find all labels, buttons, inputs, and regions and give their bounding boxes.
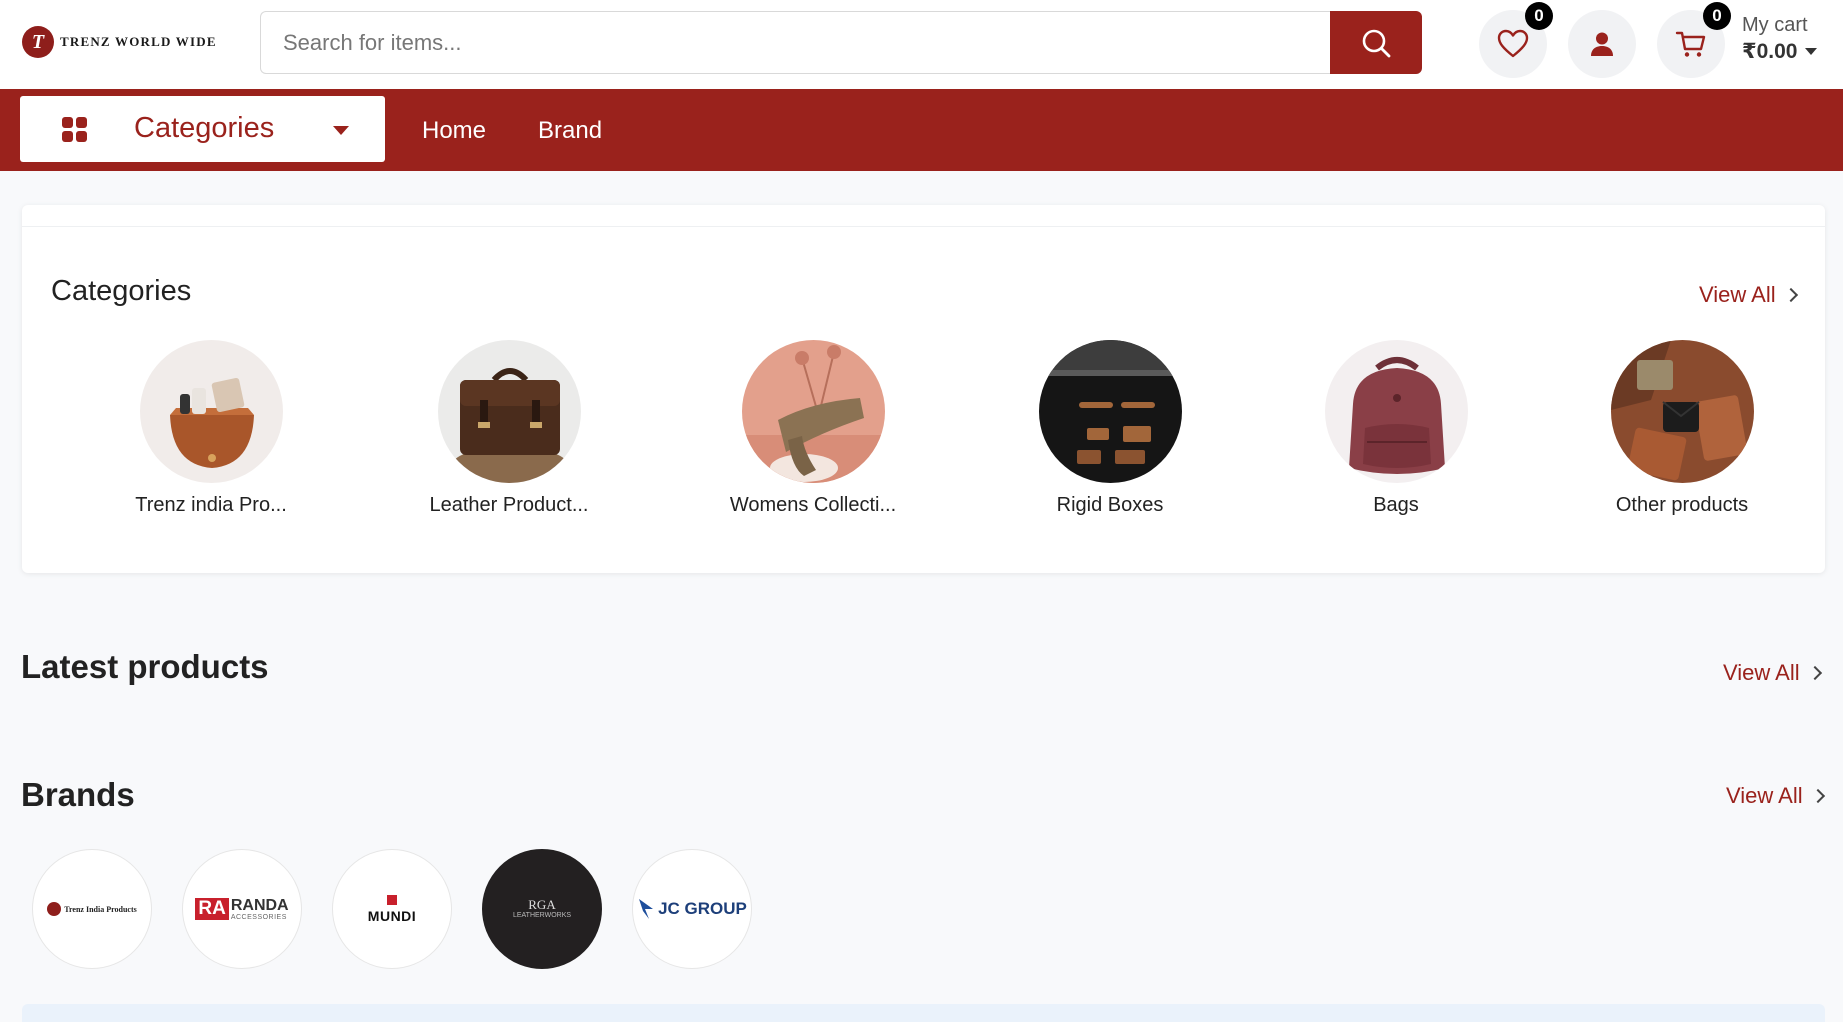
brands-view-all-link[interactable]: View All <box>1726 783 1825 809</box>
search-bar <box>260 11 1422 74</box>
categories-dropdown-label: Categories <box>134 112 275 144</box>
cart-total-value: ₹0.00 <box>1742 40 1798 63</box>
category-image <box>1324 340 1468 483</box>
brand-logo-mundi[interactable]: MUNDI <box>332 849 452 969</box>
category-name: Bags <box>1373 494 1419 516</box>
mundi-mark-icon <box>386 894 397 905</box>
view-all-label: View All <box>1726 783 1803 808</box>
categories-title: Categories <box>51 275 192 307</box>
latest-products-view-all-link[interactable]: View All <box>1723 660 1822 686</box>
category-item[interactable]: Womens Collecti... <box>698 340 928 517</box>
brand-logo-trenz[interactable]: Trenz India Products <box>32 849 152 969</box>
nav-link-brand[interactable]: Brand <box>538 117 602 145</box>
cart-total: ₹0.00 <box>1742 39 1818 64</box>
categories-dropdown-button[interactable]: Categories <box>20 96 385 162</box>
category-name: Other products <box>1615 494 1749 516</box>
cart-icon <box>1675 31 1706 57</box>
chevron-down-icon <box>1805 48 1818 55</box>
randa-mark-icon: RA <box>195 898 229 920</box>
wishlist-button[interactable]: 0 <box>1479 2 1553 78</box>
search-button[interactable] <box>1330 11 1422 74</box>
chevron-right-icon <box>1807 665 1822 681</box>
categories-view-all-link[interactable]: View All <box>1699 282 1798 308</box>
site-header: T TRENZ WORLD WIDE 0 0 My cart <box>0 0 1843 89</box>
brand-name: RGA <box>528 897 556 912</box>
search-icon <box>1362 29 1391 57</box>
chevron-down-icon <box>333 126 349 135</box>
grid-icon <box>62 117 88 143</box>
cart-label: My cart <box>1742 14 1808 36</box>
category-name: Leather Product... <box>429 494 589 516</box>
cart-count-badge: 0 <box>1703 2 1731 30</box>
cart-button[interactable]: 0 <box>1657 2 1731 78</box>
brand-logo: JC GROUP <box>637 897 747 921</box>
brand-logo: RGA LEATHERWORKS <box>512 897 572 920</box>
brand-logo: Trenz India Products <box>47 902 137 916</box>
brand-logo: MUNDI <box>367 894 417 924</box>
latest-products-title: Latest products <box>21 648 269 685</box>
search-input[interactable] <box>260 11 1330 74</box>
view-all-label: View All <box>1723 660 1800 685</box>
category-item[interactable]: Rigid Boxes <box>995 340 1225 517</box>
brands-title: Brands <box>21 776 135 813</box>
category-name: Trenz india Pro... <box>135 494 287 516</box>
brand-subtitle: ACCESSORIES <box>230 913 287 921</box>
chevron-right-icon <box>1783 287 1798 303</box>
logo-text: TRENZ WORLD WIDE <box>60 34 217 49</box>
divider <box>22 226 1825 227</box>
main-nav: Categories Home Brand <box>0 89 1843 171</box>
chevron-right-icon <box>1810 788 1825 804</box>
site-logo[interactable]: T TRENZ WORLD WIDE <box>22 26 217 58</box>
brand-name: MUNDI <box>367 907 417 924</box>
category-image <box>741 340 885 483</box>
heart-icon <box>1497 29 1529 58</box>
category-item[interactable]: Leather Product... <box>394 340 624 517</box>
jc-arrow-icon <box>639 899 654 919</box>
brand-logo-randa[interactable]: RA RANDA ACCESSORIES <box>182 849 302 969</box>
account-button[interactable] <box>1568 10 1636 78</box>
category-item[interactable]: Bags <box>1281 340 1511 517</box>
category-name: Womens Collecti... <box>729 494 897 516</box>
trenz-logo-icon <box>47 902 62 916</box>
brand-subtitle: LEATHERWORKS <box>512 912 572 920</box>
categories-card: Categories View All Trenz india Pro... L… <box>22 205 1825 573</box>
nav-link-home[interactable]: Home <box>422 117 486 145</box>
bottom-banner-edge <box>22 1004 1825 1022</box>
category-image <box>1610 340 1754 483</box>
view-all-label: View All <box>1699 282 1776 307</box>
user-icon <box>1591 32 1613 56</box>
brand-name: Trenz India Products <box>64 904 137 914</box>
wishlist-count-badge: 0 <box>1525 2 1553 30</box>
brand-logo-rga[interactable]: RGA LEATHERWORKS <box>482 849 602 969</box>
category-image <box>1038 340 1182 483</box>
category-item[interactable]: Other products <box>1567 340 1797 517</box>
category-image <box>139 340 283 483</box>
brand-logo-jc-group[interactable]: JC GROUP <box>632 849 752 969</box>
brand-name: JC GROUP <box>658 899 747 918</box>
logo-mark-icon: T <box>22 26 54 58</box>
brand-logo: RA RANDA ACCESSORIES <box>195 896 289 921</box>
cart-summary[interactable]: My cart ₹0.00 <box>1742 14 1818 64</box>
category-image <box>437 340 581 483</box>
category-item[interactable]: Trenz india Pro... <box>96 340 326 517</box>
category-name: Rigid Boxes <box>1056 494 1164 516</box>
brand-name: RANDA <box>230 896 289 914</box>
